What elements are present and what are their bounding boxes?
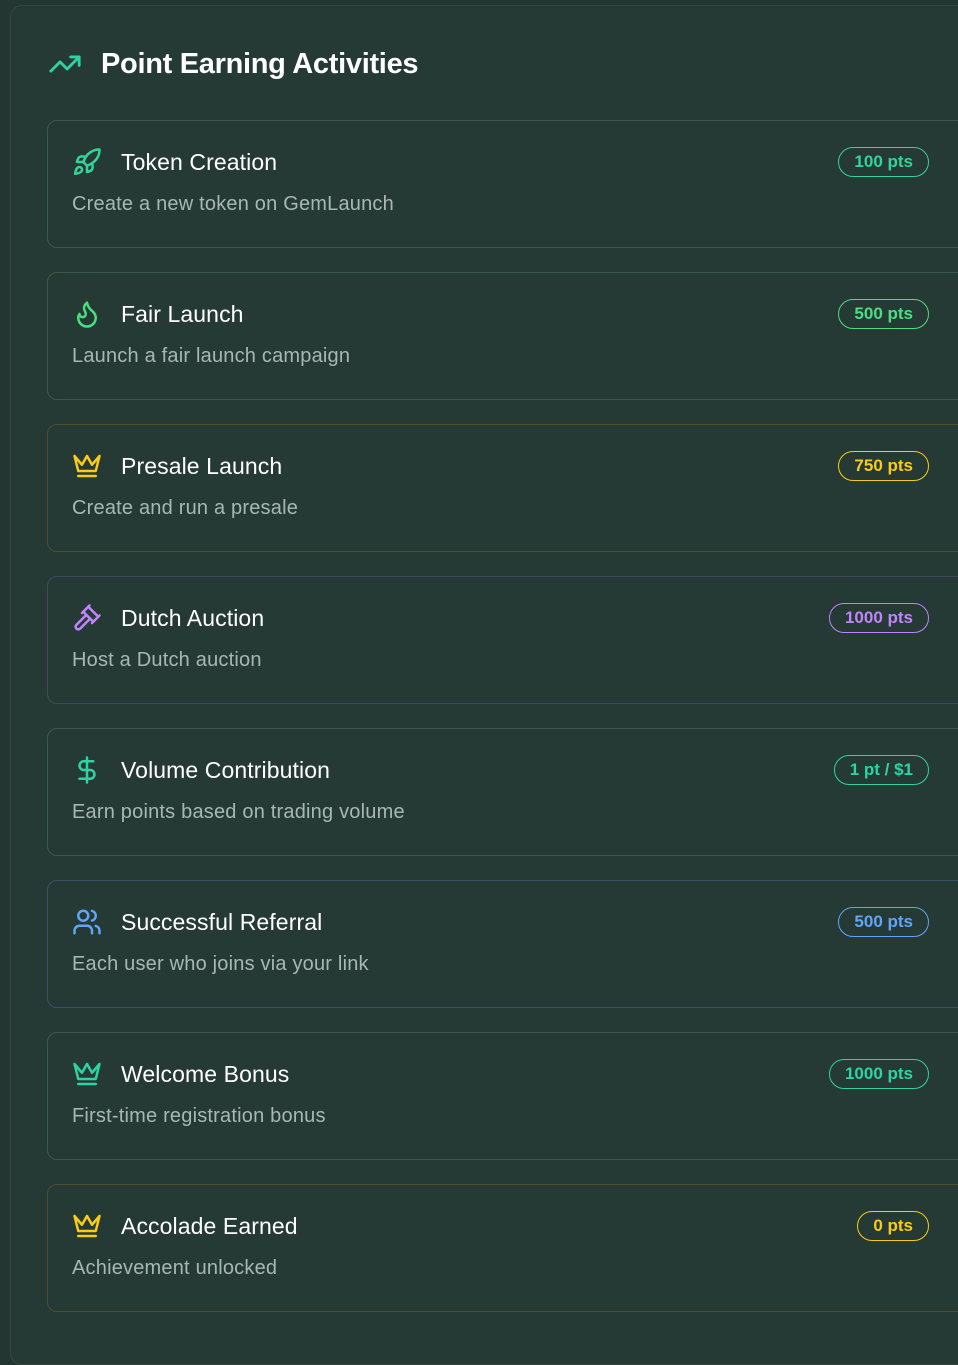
dollar-icon	[72, 755, 102, 785]
gavel-icon	[72, 603, 102, 633]
rocket-icon	[72, 147, 102, 177]
card-description: Host a Dutch auction	[72, 649, 262, 671]
trending-up-icon	[48, 47, 82, 81]
card-description: Earn points based on trading volume	[72, 801, 405, 823]
activity-card-token-creation[interactable]: Token Creation Create a new token on Gem…	[47, 120, 958, 248]
points-badge: 500 pts	[838, 299, 929, 329]
points-badge: 0 pts	[857, 1211, 929, 1241]
card-description: First-time registration bonus	[72, 1105, 326, 1127]
crown-icon	[72, 1211, 102, 1241]
section-header: Point Earning Activities	[48, 42, 419, 86]
card-title: Fair Launch	[121, 300, 244, 327]
card-title: Presale Launch	[121, 452, 283, 479]
activity-card-fair-launch[interactable]: Fair Launch Launch a fair launch campaig…	[47, 272, 958, 400]
points-badge: 100 pts	[838, 147, 929, 177]
activity-card-welcome-bonus[interactable]: Welcome Bonus First-time registration bo…	[47, 1032, 958, 1160]
activity-card-presale-launch[interactable]: Presale Launch Create and run a presale …	[47, 424, 958, 552]
crown-icon	[72, 451, 102, 481]
points-badge: 1 pt / $1	[833, 755, 929, 785]
card-title: Dutch Auction	[121, 604, 265, 631]
card-title: Welcome Bonus	[121, 1060, 290, 1087]
points-badge: 1000 pts	[828, 603, 929, 633]
points-badge: 500 pts	[838, 907, 929, 937]
points-badge: 750 pts	[838, 451, 929, 481]
card-title: Volume Contribution	[121, 756, 331, 783]
points-badge: 1000 pts	[828, 1059, 929, 1089]
flame-icon	[72, 299, 102, 329]
users-icon	[72, 907, 102, 937]
page-title: Point Earning Activities	[101, 47, 419, 80]
card-description: Achievement unlocked	[72, 1257, 278, 1279]
card-description: Launch a fair launch campaign	[72, 345, 351, 367]
card-title: Token Creation	[121, 148, 278, 175]
crown-icon	[72, 1059, 102, 1089]
card-description: Each user who joins via your link	[72, 953, 369, 975]
activity-card-accolade-earned[interactable]: Accolade Earned Achievement unlocked 0 p…	[47, 1184, 958, 1312]
activity-card-successful-referral[interactable]: Successful Referral Each user who joins …	[47, 880, 958, 1008]
activity-card-volume-contribution[interactable]: Volume Contribution Earn points based on…	[47, 728, 958, 856]
card-description: Create a new token on GemLaunch	[72, 193, 394, 215]
card-title: Accolade Earned	[121, 1212, 298, 1239]
activity-card-dutch-auction[interactable]: Dutch Auction Host a Dutch auction 1000 …	[47, 576, 958, 704]
card-description: Create and run a presale	[72, 497, 299, 519]
card-title: Successful Referral	[121, 908, 323, 935]
